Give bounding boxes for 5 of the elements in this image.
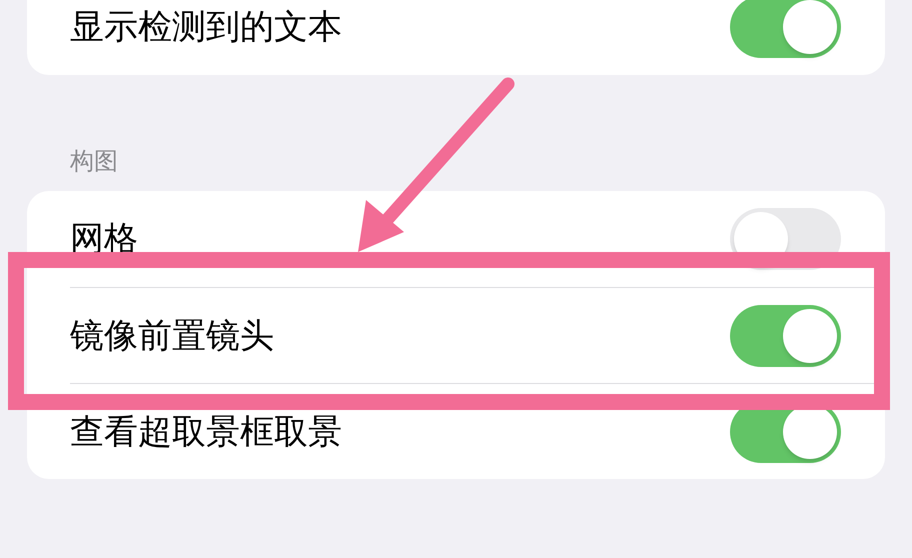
setting-label: 镜像前置镜头 [70, 314, 274, 358]
section-header: 构图 [69, 146, 119, 177]
setting-label: 显示检测到的文本 [70, 6, 342, 49]
setting-label: 查看超取景框取景 [70, 410, 342, 454]
setting-label: 网格 [70, 218, 138, 261]
